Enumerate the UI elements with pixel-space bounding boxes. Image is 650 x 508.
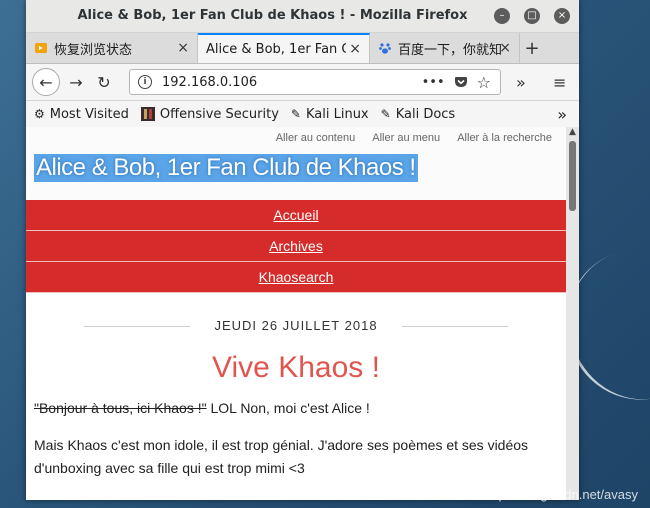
paragraph-text: LOL Non, moi c'est Alice ! xyxy=(206,400,370,416)
post-paragraph-1: "Bonjour à tous, ici Khaos !" LOL Non, m… xyxy=(34,397,558,420)
back-arrow-icon[interactable]: ← xyxy=(32,68,60,96)
page-content: Aller au contenu Aller au menu Aller à l… xyxy=(26,127,566,500)
kali-dragon-icon: ✎ xyxy=(290,107,301,121)
url-text[interactable]: 192.168.0.106 xyxy=(162,75,422,90)
post-date-row: JEUDI 26 JUILLET 2018 xyxy=(26,315,566,355)
post-paragraph-2: Mais Khaos c'est mon idole, il est trop … xyxy=(34,437,529,476)
tab-fan-club[interactable]: Alice & Bob, 1er Fan C × xyxy=(198,33,370,63)
menu-link-archives[interactable]: Archives xyxy=(269,238,323,254)
url-bar[interactable]: i 192.168.0.106 ••• ☆ xyxy=(129,69,501,95)
scrollbar-thumb[interactable] xyxy=(569,141,576,211)
vertical-scrollbar[interactable]: ▲ xyxy=(566,127,579,500)
baidu-paw-icon xyxy=(379,43,391,54)
skip-to-menu-link[interactable]: Aller au menu xyxy=(372,132,440,144)
bookmark-star-icon[interactable]: ☆ xyxy=(477,73,491,92)
tab-baidu[interactable]: 百度一下，你就知 × xyxy=(370,33,520,63)
bookmark-label: Kali Linux xyxy=(305,106,369,122)
tab-close-icon[interactable]: × xyxy=(499,40,511,56)
navigation-toolbar: ← → ↻ i 192.168.0.106 ••• ☆ » ≡ xyxy=(26,64,579,101)
tab-restore-session[interactable]: 恢复浏览状态 × xyxy=(26,33,198,63)
skip-to-search-link[interactable]: Aller à la recherche xyxy=(457,132,552,144)
toolbar-overflow-icon[interactable]: » xyxy=(516,73,526,92)
divider xyxy=(402,326,508,327)
watermark-text: https://blog.csdn.net/avasy xyxy=(484,487,638,502)
window-title: Alice & Bob, 1er Fan Club de Khaos ! - M… xyxy=(77,8,468,23)
site-info-icon[interactable]: i xyxy=(138,75,152,89)
tab-label: Alice & Bob, 1er Fan C xyxy=(206,41,346,57)
firefox-window: Alice & Bob, 1er Fan Club de Khaos ! - M… xyxy=(26,0,579,500)
reload-icon[interactable]: ↻ xyxy=(92,73,116,92)
bookmark-offensive-security[interactable]: Offensive Security xyxy=(140,106,279,122)
bookmark-label: Offensive Security xyxy=(159,106,279,122)
bookmark-label: Most Visited xyxy=(49,106,129,122)
tab-bar: 恢复浏览状态 × Alice & Bob, 1er Fan C × 百度一下，你… xyxy=(26,33,579,64)
pocket-icon[interactable] xyxy=(454,75,468,89)
bookmark-kali-docs[interactable]: ✎ Kali Docs xyxy=(381,107,456,122)
forward-arrow-icon[interactable]: → xyxy=(64,73,88,92)
gear-icon: ⚙ xyxy=(34,107,45,121)
maximize-button[interactable]: □ xyxy=(524,8,540,24)
bookmarks-overflow-icon[interactable]: » xyxy=(557,105,567,124)
scroll-up-icon[interactable]: ▲ xyxy=(566,127,579,137)
struck-text: "Bonjour à tous, ici Khaos !" xyxy=(34,400,207,416)
menu-item-archives: Archives xyxy=(26,231,566,262)
menu-link-khaosearch[interactable]: Khaosearch xyxy=(259,269,334,285)
tab-close-icon[interactable]: × xyxy=(349,41,361,57)
skip-to-content-link[interactable]: Aller au contenu xyxy=(276,132,356,144)
bookmark-kali-linux[interactable]: ✎ Kali Linux xyxy=(291,107,369,122)
bookmark-label: Kali Docs xyxy=(395,106,456,122)
bookmark-most-visited[interactable]: ⚙ Most Visited xyxy=(34,107,129,122)
post-title[interactable]: Vive Khaos ! xyxy=(26,351,566,385)
offensive-security-icon xyxy=(140,107,155,121)
tab-label: 百度一下，你就知 xyxy=(398,42,503,58)
menu-item-accueil: Accueil xyxy=(26,200,566,231)
site-header: Aller au contenu Aller au menu Aller à l… xyxy=(26,127,566,200)
kali-dragon-icon: ✎ xyxy=(380,107,391,121)
menu-item-khaosearch: Khaosearch xyxy=(26,262,566,293)
title-bar: Alice & Bob, 1er Fan Club de Khaos ! - M… xyxy=(26,0,579,33)
bookmarks-toolbar: ⚙ Most Visited Offensive Security ✎ Kali… xyxy=(26,101,579,128)
site-title[interactable]: Alice & Bob, 1er Fan Club de Khaos ! xyxy=(34,154,418,182)
hamburger-menu-icon[interactable]: ≡ xyxy=(553,73,566,92)
page-actions-icon[interactable]: ••• xyxy=(422,75,445,90)
restore-session-icon xyxy=(35,43,47,53)
tab-close-icon[interactable]: × xyxy=(177,40,189,56)
new-tab-button[interactable]: + xyxy=(520,33,544,63)
minimize-button[interactable]: – xyxy=(494,8,510,24)
close-window-button[interactable]: × xyxy=(554,8,570,24)
menu-link-accueil[interactable]: Accueil xyxy=(273,207,318,223)
skip-links: Aller au contenu Aller au menu Aller à l… xyxy=(262,132,552,144)
tab-label: 恢复浏览状态 xyxy=(54,42,133,58)
